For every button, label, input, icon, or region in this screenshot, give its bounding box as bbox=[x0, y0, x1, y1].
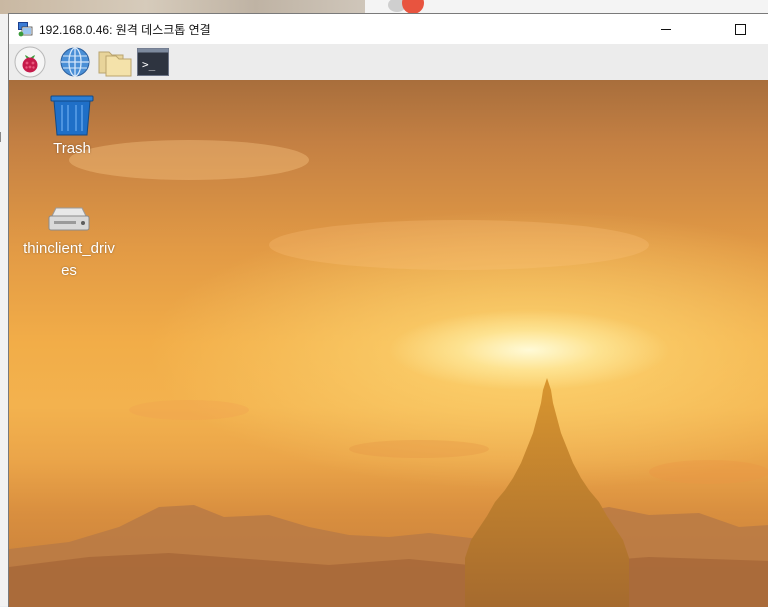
minimize-button[interactable] bbox=[643, 14, 689, 44]
folder-files-icon bbox=[98, 51, 132, 77]
minimize-icon bbox=[661, 28, 671, 30]
file-manager-launcher[interactable] bbox=[98, 46, 132, 78]
host-wallpaper-fragment bbox=[0, 0, 365, 14]
drive-label-line1: thinclient_driv bbox=[23, 240, 115, 257]
pagoda-silhouette bbox=[465, 378, 629, 607]
host-edge-mark bbox=[0, 132, 6, 142]
globe-browser-icon bbox=[60, 47, 90, 77]
cloud bbox=[129, 400, 249, 420]
web-browser-launcher[interactable] bbox=[58, 46, 92, 78]
host-notification-badge bbox=[402, 0, 424, 14]
terminal-prompt-glyph: >_ bbox=[142, 58, 156, 71]
host-window-edge bbox=[0, 14, 8, 606]
menu-button[interactable] bbox=[13, 46, 47, 78]
trash-label: Trash bbox=[53, 140, 91, 157]
desktop-icon-trash[interactable]: Trash bbox=[26, 92, 118, 160]
maximize-button[interactable] bbox=[717, 14, 763, 44]
taskbar-panel: >_ bbox=[9, 44, 768, 80]
wallpaper-landscape bbox=[9, 505, 768, 607]
remote-desktop-window: 192.168.0.46: 원격 데스크톱 연결 >_ Trash thincl… bbox=[8, 13, 768, 607]
window-titlebar[interactable]: 192.168.0.46: 원격 데스크톱 연결 bbox=[9, 14, 768, 44]
cloud bbox=[649, 460, 768, 484]
drive-icon bbox=[48, 207, 90, 231]
cloud bbox=[269, 220, 649, 270]
remote-desktop-icon bbox=[18, 22, 33, 37]
drive-label-line2: es bbox=[61, 262, 77, 279]
host-background-strip bbox=[0, 0, 768, 14]
maximize-icon bbox=[734, 23, 746, 35]
raspberry-menu-icon bbox=[14, 46, 46, 78]
desktop-area[interactable]: Trash thinclient_driv es bbox=[9, 80, 768, 607]
desktop-icon-thinclient-drives[interactable]: thinclient_driv es bbox=[23, 204, 115, 282]
trash-icon bbox=[50, 95, 94, 136]
terminal-launcher[interactable]: >_ bbox=[136, 46, 170, 78]
terminal-icon: >_ bbox=[137, 48, 169, 76]
window-title: 192.168.0.46: 원격 데스크톱 연결 bbox=[39, 23, 211, 37]
